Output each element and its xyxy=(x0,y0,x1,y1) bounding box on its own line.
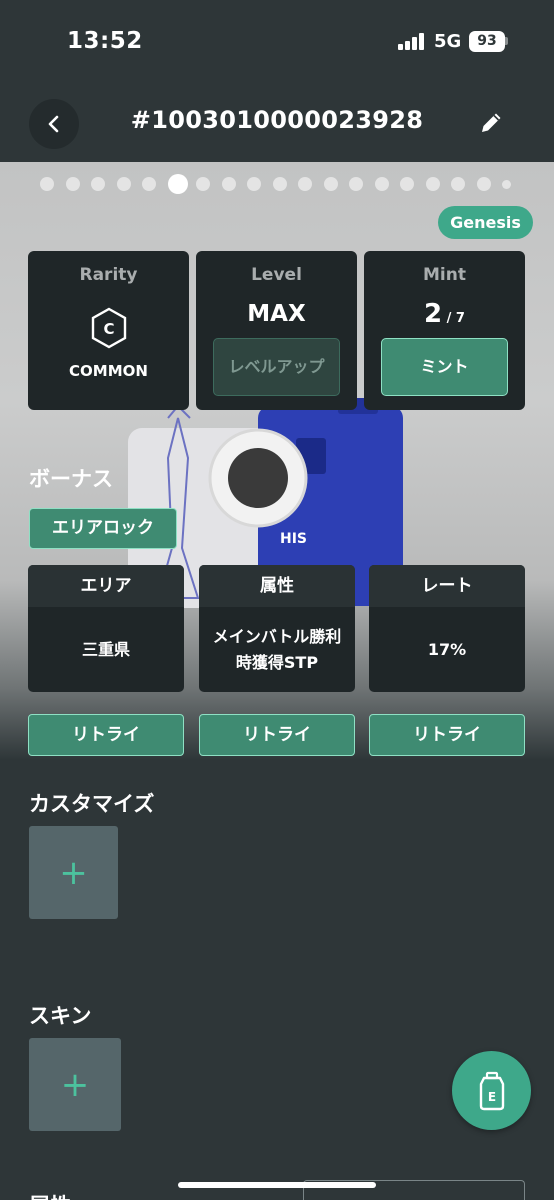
mint-current: 2 xyxy=(424,299,443,329)
back-button[interactable] xyxy=(29,99,79,149)
carousel-dot[interactable] xyxy=(298,177,312,191)
energy-bottle-icon: E xyxy=(479,1071,504,1110)
energy-fab-button[interactable]: E xyxy=(452,1051,531,1130)
plus-icon: + xyxy=(60,1064,90,1105)
mint-button[interactable]: ミント xyxy=(381,338,508,396)
carousel-dot[interactable] xyxy=(221,177,236,191)
bonus-area-value: 三重県 xyxy=(81,639,130,659)
carousel-dot[interactable] xyxy=(425,177,440,191)
customize-add-button[interactable]: + xyxy=(29,826,118,919)
signal-icon xyxy=(398,33,426,50)
header: #1003010000023928 xyxy=(0,84,554,162)
rarity-card: Rarity C COMMON xyxy=(28,251,189,410)
bonus-attribute-value: メインバトル勝利時獲得STP xyxy=(212,626,342,672)
chevron-left-icon xyxy=(48,115,59,133)
attribute-section-title: 属性 xyxy=(29,1190,71,1200)
bonus-area-header: エリア xyxy=(28,565,184,607)
svg-text:E: E xyxy=(487,1090,495,1104)
carousel-dot[interactable] xyxy=(116,177,131,191)
carousel-dot[interactable] xyxy=(196,177,210,191)
plus-icon: + xyxy=(59,852,88,893)
genesis-badge: Genesis xyxy=(438,206,533,239)
mint-card: Mint 2 / 7 ミント xyxy=(364,251,525,410)
carousel-dot[interactable] xyxy=(349,177,363,191)
level-card: Level MAX レベルアップ xyxy=(196,251,357,410)
carousel-dot[interactable] xyxy=(502,180,511,189)
home-indicator xyxy=(178,1182,376,1188)
battery-tip xyxy=(505,37,508,45)
carousel-dot[interactable] xyxy=(272,177,287,191)
retry-rate-button[interactable]: リトライ xyxy=(369,714,525,756)
carousel-dot[interactable] xyxy=(451,177,465,191)
status-time: 13:52 xyxy=(67,28,143,54)
carousel-dot[interactable] xyxy=(323,177,338,191)
item-hero[interactable]: HIS Genesis Rarity C COMMON Level MAX レベ… xyxy=(0,162,554,760)
battery-icon: 93 xyxy=(469,31,505,52)
carousel-dot[interactable] xyxy=(400,177,414,191)
bonus-attribute-header: 属性 xyxy=(199,565,355,607)
carousel-dot[interactable] xyxy=(167,174,188,194)
carousel-dot[interactable] xyxy=(142,177,156,191)
mint-separator: / xyxy=(442,311,456,326)
bonus-title: ボーナス xyxy=(29,467,113,491)
customize-title: カスタマイズ xyxy=(29,792,155,816)
status-bar: 13:52 5G 93 xyxy=(0,0,554,84)
carousel-dot[interactable] xyxy=(247,177,261,191)
bonus-rate-value: 17% xyxy=(427,639,467,659)
svg-text:C: C xyxy=(103,320,114,338)
area-lock-tag[interactable]: エリアロック xyxy=(29,508,177,549)
mint-max: 7 xyxy=(455,311,465,326)
carousel-dot[interactable] xyxy=(374,177,389,191)
level-label: Level xyxy=(251,265,302,285)
network-type: 5G xyxy=(434,31,462,52)
skin-title: スキン xyxy=(29,1004,92,1028)
bonus-area-card: エリア 三重県 xyxy=(28,565,184,692)
retry-attribute-button[interactable]: リトライ xyxy=(199,714,355,756)
level-up-button[interactable]: レベルアップ xyxy=(213,338,340,396)
bonus-rate-card: レート 17% xyxy=(369,565,525,692)
rarity-label: Rarity xyxy=(79,265,138,285)
page-title: #1003010000023928 xyxy=(130,106,424,134)
rarity-common-icon: C xyxy=(91,307,127,349)
level-value: MAX xyxy=(247,301,306,327)
bonus-attribute-card: 属性 メインバトル勝利時獲得STP xyxy=(199,565,355,692)
carousel-dot[interactable] xyxy=(65,177,80,191)
edit-button[interactable] xyxy=(474,106,508,140)
carousel-dot[interactable] xyxy=(91,177,105,191)
rarity-value: COMMON xyxy=(69,362,148,380)
mint-label: Mint xyxy=(423,265,466,285)
mint-count: 2 / 7 xyxy=(364,299,525,329)
carousel-indicator[interactable] xyxy=(0,174,554,194)
pencil-icon xyxy=(482,113,501,132)
svg-text:HIS: HIS xyxy=(280,531,307,547)
carousel-dot[interactable] xyxy=(476,177,491,191)
carousel-dot[interactable] xyxy=(40,177,54,191)
bonus-rate-header: レート xyxy=(369,565,525,607)
retry-area-button[interactable]: リトライ xyxy=(28,714,184,756)
skin-add-button[interactable]: + xyxy=(29,1038,121,1131)
